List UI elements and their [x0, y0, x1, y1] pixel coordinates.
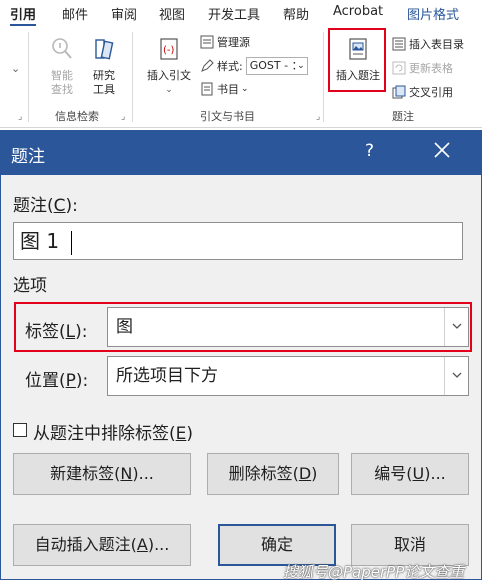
exclude-label-text: 从题注中排除标签(E)	[33, 424, 194, 444]
insert-citation-button[interactable]: (-) 插入引文 ⌄	[141, 36, 197, 97]
cross-reference-button[interactable]: 交叉引用	[392, 84, 453, 100]
caption-dialog: 题注 ? 题注(C): 图 1 选项 标签(L): 图 位置(P): 所选项目下…	[0, 130, 482, 580]
position-field-label: 位置(P):	[25, 371, 89, 391]
insert-table-of-figures-button[interactable]: 插入表目录	[392, 36, 464, 52]
dialog-launcher-icon[interactable]: ⌟	[121, 112, 125, 122]
chevron-down-icon: ⌄	[241, 84, 249, 94]
caption-input-value: 图 1	[20, 229, 60, 253]
insert-citation-label: 插入引文	[147, 69, 191, 82]
update-table-label: 更新表格	[409, 62, 453, 75]
position-select-value: 所选项目下方	[116, 366, 218, 386]
help-button[interactable]: ?	[365, 141, 374, 161]
tab-mailings[interactable]: 邮件	[62, 4, 88, 23]
ribbon-tabbar: 引用 邮件 审阅 视图 开发工具 帮助 Acrobat 图片格式	[0, 0, 482, 27]
researcher-button[interactable]: 研究 工具	[86, 36, 122, 97]
caption-label: 题注(C):	[13, 196, 78, 216]
chevron-down-icon	[452, 323, 462, 329]
style-label: 样式:	[217, 60, 243, 73]
dialog-launcher-icon[interactable]: ⌟	[316, 112, 320, 122]
group-divider	[132, 32, 133, 122]
cross-reference-label: 交叉引用	[409, 86, 453, 99]
watermark: 搜狐号@PaperPP论文查重	[283, 563, 465, 580]
tab-developer[interactable]: 开发工具	[208, 4, 260, 23]
exclude-label-checkbox[interactable]	[13, 423, 27, 437]
researcher-books-icon	[95, 39, 114, 60]
group-divider	[28, 32, 29, 122]
bibliography-button[interactable]: 书目 ⌄	[200, 81, 249, 97]
label-select[interactable]: 图	[107, 307, 469, 347]
manage-sources-icon	[200, 35, 214, 49]
highlight-box	[328, 28, 386, 92]
numbering-button[interactable]: 编号(U)...	[351, 453, 469, 495]
researcher-label: 研究 工具	[93, 69, 115, 96]
group-label-captions: 题注	[392, 110, 414, 123]
delete-label-button[interactable]: 删除标签(D)	[207, 453, 339, 495]
bibliography-label: 书目	[217, 83, 239, 96]
chevron-down-icon	[452, 372, 462, 378]
options-header: 选项	[13, 276, 47, 296]
label-field-label: 标签(L):	[25, 322, 88, 342]
style-row: 样式: GOST - ： ⌄	[200, 57, 308, 75]
close-icon[interactable]	[431, 139, 453, 161]
smart-lookup-button[interactable]: 智能 查找	[44, 36, 80, 97]
position-select[interactable]: 所选项目下方	[107, 356, 469, 396]
manage-sources-label: 管理源	[217, 36, 250, 49]
insert-table-of-figures-label: 插入表目录	[409, 38, 464, 51]
chevron-down-icon[interactable]: ⌄	[11, 62, 20, 75]
tab-picture-format[interactable]: 图片格式	[407, 4, 459, 23]
tab-acrobat[interactable]: Acrobat	[333, 4, 383, 19]
dialog-titlebar: 题注 ?	[1, 131, 481, 175]
dropdown-arrow[interactable]	[444, 308, 468, 346]
tab-help[interactable]: 帮助	[283, 4, 309, 23]
chevron-down-icon: ⌄	[165, 85, 173, 95]
style-pen-icon	[201, 59, 214, 72]
style-select[interactable]: GOST - ： ⌄	[245, 57, 308, 75]
tab-view[interactable]: 视图	[159, 4, 185, 23]
group-divider	[323, 32, 324, 122]
new-label-button[interactable]: 新建标签(N)...	[13, 453, 191, 495]
dialog-launcher-icon[interactable]: ⌟	[18, 112, 22, 122]
tab-review[interactable]: 审阅	[111, 4, 137, 23]
bibliography-icon	[201, 82, 213, 96]
cross-reference-icon	[392, 85, 406, 99]
svg-text:(-): (-)	[163, 45, 175, 56]
ok-button[interactable]: 确定	[218, 524, 336, 566]
caption-input[interactable]: 图 1	[13, 222, 463, 260]
style-select-value: GOST - ：	[249, 59, 303, 72]
update-table-icon	[392, 61, 406, 75]
dialog-title: 题注	[11, 147, 45, 167]
autocaption-button[interactable]: 自动插入题注(A)...	[13, 524, 191, 566]
chevron-down-icon: ⌄	[297, 61, 305, 71]
update-table-button[interactable]: 更新表格	[392, 60, 453, 76]
smart-lookup-label: 智能 查找	[51, 69, 73, 96]
label-select-value: 图	[116, 317, 133, 337]
manage-sources-button[interactable]: 管理源	[200, 34, 250, 50]
cancel-button[interactable]: 取消	[351, 524, 469, 566]
insert-citation-icon: (-)	[160, 38, 178, 60]
tab-references[interactable]: 引用	[10, 4, 37, 27]
dropdown-arrow[interactable]	[444, 357, 468, 395]
group-label-info-search: 信息检索	[55, 110, 99, 123]
ribbon: ⌄ ⌟ 智能 查找 研究 工具 信息检索 ⌟ (-) 插入引文 ⌄ 管理源 样式…	[0, 26, 482, 128]
text-caret	[71, 230, 73, 255]
group-label-citations: 引文与书目	[200, 110, 255, 123]
table-of-figures-icon	[392, 37, 406, 51]
magnifier-icon	[52, 38, 72, 59]
